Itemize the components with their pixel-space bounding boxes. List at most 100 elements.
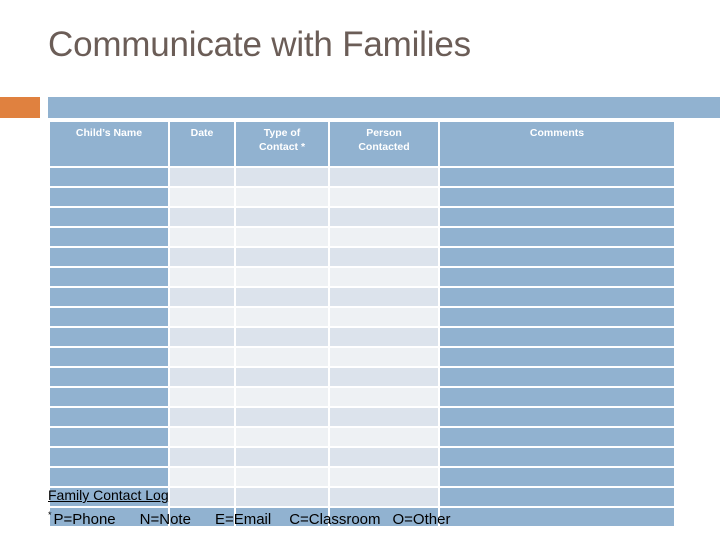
table-row	[50, 268, 674, 286]
cell-type-of-contact[interactable]	[236, 228, 328, 246]
accent-band	[0, 97, 720, 118]
cell-comments[interactable]	[440, 188, 674, 206]
cell-type-of-contact[interactable]	[236, 168, 328, 186]
column-header-type-line2: Contact *	[258, 141, 306, 154]
cell-date[interactable]	[170, 348, 234, 366]
column-header-date: Date	[170, 122, 234, 166]
cell-date[interactable]	[170, 228, 234, 246]
cell-date[interactable]	[170, 268, 234, 286]
cell-comments[interactable]	[440, 488, 674, 506]
table-body	[50, 168, 674, 526]
cell-child-name[interactable]	[50, 308, 168, 326]
page-title: Communicate with Families	[48, 25, 471, 64]
cell-date[interactable]	[170, 428, 234, 446]
cell-type-of-contact[interactable]	[236, 368, 328, 386]
cell-child-name[interactable]	[50, 408, 168, 426]
table-row	[50, 428, 674, 446]
column-header-type-line1: Type of	[263, 127, 301, 139]
cell-child-name[interactable]	[50, 468, 168, 486]
cell-type-of-contact[interactable]	[236, 188, 328, 206]
cell-person-contacted[interactable]	[330, 448, 438, 466]
cell-child-name[interactable]	[50, 268, 168, 286]
cell-date[interactable]	[170, 168, 234, 186]
cell-type-of-contact[interactable]	[236, 328, 328, 346]
cell-person-contacted[interactable]	[330, 388, 438, 406]
cell-child-name[interactable]	[50, 328, 168, 346]
cell-comments[interactable]	[440, 448, 674, 466]
cell-child-name[interactable]	[50, 388, 168, 406]
cell-date[interactable]	[170, 448, 234, 466]
cell-type-of-contact[interactable]	[236, 268, 328, 286]
cell-child-name[interactable]	[50, 368, 168, 386]
cell-comments[interactable]	[440, 288, 674, 306]
cell-person-contacted[interactable]	[330, 348, 438, 366]
cell-date[interactable]	[170, 468, 234, 486]
cell-child-name[interactable]	[50, 348, 168, 366]
cell-date[interactable]	[170, 328, 234, 346]
cell-type-of-contact[interactable]	[236, 388, 328, 406]
cell-comments[interactable]	[440, 388, 674, 406]
cell-type-of-contact[interactable]	[236, 248, 328, 266]
cell-person-contacted[interactable]	[330, 248, 438, 266]
cell-type-of-contact[interactable]	[236, 288, 328, 306]
cell-child-name[interactable]	[50, 228, 168, 246]
legend-item-phone: P=Phone	[53, 511, 116, 528]
table-row	[50, 328, 674, 346]
cell-person-contacted[interactable]	[330, 168, 438, 186]
cell-date[interactable]	[170, 388, 234, 406]
cell-comments[interactable]	[440, 308, 674, 326]
cell-child-name[interactable]	[50, 168, 168, 186]
cell-person-contacted[interactable]	[330, 288, 438, 306]
cell-comments[interactable]	[440, 248, 674, 266]
cell-child-name[interactable]	[50, 188, 168, 206]
cell-comments[interactable]	[440, 348, 674, 366]
cell-date[interactable]	[170, 408, 234, 426]
cell-person-contacted[interactable]	[330, 188, 438, 206]
cell-child-name[interactable]	[50, 448, 168, 466]
cell-type-of-contact[interactable]	[236, 428, 328, 446]
table-row	[50, 448, 674, 466]
cell-person-contacted[interactable]	[330, 468, 438, 486]
table-row	[50, 348, 674, 366]
cell-person-contacted[interactable]	[330, 228, 438, 246]
cell-type-of-contact[interactable]	[236, 468, 328, 486]
cell-date[interactable]	[170, 368, 234, 386]
cell-child-name[interactable]	[50, 428, 168, 446]
column-header-child-name: Child’s Name	[50, 122, 168, 166]
cell-comments[interactable]	[440, 168, 674, 186]
cell-date[interactable]	[170, 188, 234, 206]
cell-person-contacted[interactable]	[330, 208, 438, 226]
cell-type-of-contact[interactable]	[236, 348, 328, 366]
cell-comments[interactable]	[440, 228, 674, 246]
cell-type-of-contact[interactable]	[236, 448, 328, 466]
cell-comments[interactable]	[440, 468, 674, 486]
cell-child-name[interactable]	[50, 208, 168, 226]
cell-person-contacted[interactable]	[330, 408, 438, 426]
cell-comments[interactable]	[440, 428, 674, 446]
cell-comments[interactable]	[440, 208, 674, 226]
cell-comments[interactable]	[440, 368, 674, 386]
cell-date[interactable]	[170, 288, 234, 306]
cell-comments[interactable]	[440, 328, 674, 346]
table-row	[50, 188, 674, 206]
cell-child-name[interactable]	[50, 288, 168, 306]
footer-title: Family Contact Log	[48, 487, 169, 503]
cell-comments[interactable]	[440, 268, 674, 286]
cell-end	[440, 508, 674, 526]
cell-comments[interactable]	[440, 408, 674, 426]
table-header: Child’s Name Date Type of Contact * Pers…	[50, 122, 674, 166]
cell-person-contacted[interactable]	[330, 328, 438, 346]
cell-person-contacted[interactable]	[330, 368, 438, 386]
cell-type-of-contact[interactable]	[236, 408, 328, 426]
cell-date[interactable]	[170, 248, 234, 266]
cell-person-contacted[interactable]	[330, 308, 438, 326]
cell-person-contacted[interactable]	[330, 268, 438, 286]
cell-type-of-contact[interactable]	[236, 208, 328, 226]
column-header-type-of-contact: Type of Contact *	[236, 122, 328, 166]
table-row	[50, 168, 674, 186]
cell-child-name[interactable]	[50, 248, 168, 266]
cell-type-of-contact[interactable]	[236, 308, 328, 326]
cell-date[interactable]	[170, 308, 234, 326]
cell-person-contacted[interactable]	[330, 428, 438, 446]
cell-date[interactable]	[170, 208, 234, 226]
